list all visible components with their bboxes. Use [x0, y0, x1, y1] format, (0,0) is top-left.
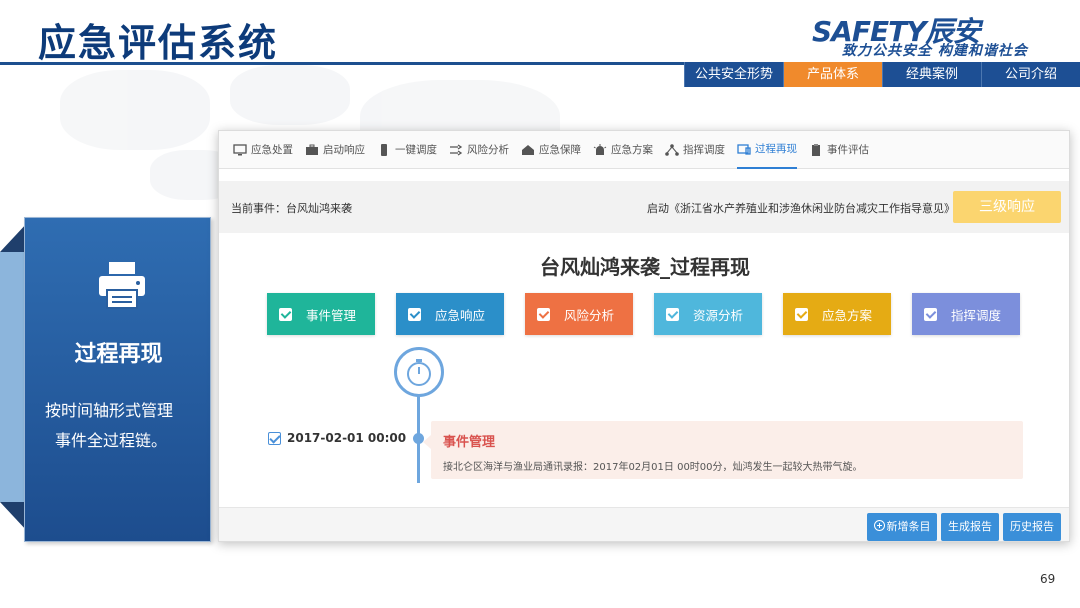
phone-icon: [381, 143, 387, 156]
company-logo: SAFETY辰安 致力公共安全 构建和谐社会: [812, 10, 1042, 60]
app-toolbar: 应急处置 启动响应 一键调度 风险分析 应急保障 应急方案 指挥调度 过程再现: [219, 131, 1069, 169]
timeline-entry-card[interactable]: 事件管理 接北仑区海洋与渔业局通讯录报：2017年02月01日 00时00分，灿…: [423, 421, 1023, 479]
clipboard-icon: [812, 143, 820, 156]
tool-label: 应急方案: [611, 144, 653, 156]
nav-item-company[interactable]: 公司介绍: [981, 62, 1080, 87]
feature-description: 按时间轴形式管理 事件全过程链。: [45, 396, 205, 456]
plus-circle-icon: [873, 520, 885, 531]
feature-description-line-1: 按时间轴形式管理: [45, 401, 174, 420]
event-info-bar: 当前事件：台风灿鸿来袭 启动《浙江省水产养殖业和涉渔休闲业防台减灾工作指导意见》…: [219, 181, 1069, 233]
nav-item-public-safety[interactable]: 公共安全形势: [684, 62, 783, 87]
category-label: 应急方案: [822, 307, 873, 323]
category-label: 指挥调度: [951, 307, 1002, 323]
tool-event-evaluation[interactable]: 事件评估: [809, 131, 869, 169]
logo-tagline: 致力公共安全 构建和谐社会: [842, 43, 1028, 59]
response-level-button[interactable]: 三级响应: [953, 191, 1061, 223]
current-event-label: 当前事件：台风灿鸿来袭: [231, 202, 352, 215]
shuffle-icon: [450, 143, 463, 156]
tool-label: 应急保障: [539, 144, 581, 156]
slide-title: 应急评估系统: [38, 21, 279, 65]
add-entry-button[interactable]: 新增条目: [867, 513, 937, 541]
checkbox[interactable]: [537, 307, 550, 321]
tool-label: 过程再现: [755, 143, 797, 155]
entry-time: 2017-02-01 00:00: [287, 431, 407, 445]
tool-label: 事件评估: [827, 144, 869, 156]
tool-emergency-handling[interactable]: 应急处置: [233, 131, 293, 169]
tool-start-response[interactable]: 启动响应: [305, 131, 365, 169]
category-resource-analysis[interactable]: 资源分析: [654, 293, 762, 335]
tool-label: 风险分析: [467, 144, 509, 156]
app-window: 应急处置 启动响应 一键调度 风险分析 应急保障 应急方案 指挥调度 过程再现: [218, 130, 1070, 542]
tool-emergency-plan[interactable]: 应急方案: [593, 131, 653, 169]
generate-report-button[interactable]: 生成报告: [941, 513, 999, 541]
category-emergency-response[interactable]: 应急响应: [396, 293, 504, 335]
add-entry-label: 新增条目: [886, 520, 931, 533]
tool-risk-analysis[interactable]: 风险分析: [449, 131, 509, 169]
page-number: 69: [1040, 572, 1056, 586]
screen-icon: [737, 143, 751, 155]
checkbox[interactable]: [279, 307, 292, 321]
stopwatch-icon: [394, 347, 444, 397]
replay-title: 台风灿鸿来袭_过程再现: [540, 255, 750, 279]
category-label: 资源分析: [693, 307, 744, 323]
checkbox[interactable]: [408, 307, 421, 321]
feature-panel: 过程再现 按时间轴形式管理 事件全过程链。: [24, 217, 211, 542]
nav-item-products[interactable]: 产品体系: [783, 62, 882, 87]
nav-item-cases[interactable]: 经典案例: [882, 62, 981, 87]
checkbox[interactable]: [795, 307, 808, 321]
sitemap-icon: [665, 143, 679, 156]
tool-command-dispatch[interactable]: 指挥调度: [665, 131, 725, 169]
category-label: 事件管理: [306, 307, 357, 323]
category-command-dispatch[interactable]: 指挥调度: [912, 293, 1020, 335]
tool-label: 指挥调度: [683, 144, 725, 156]
action-bar: 新增条目 生成报告 历史报告: [219, 507, 1069, 541]
category-label: 风险分析: [564, 307, 615, 323]
briefcase-icon: [306, 144, 318, 155]
category-event-management[interactable]: 事件管理: [267, 293, 375, 335]
monitor-icon: [233, 143, 247, 155]
entry-text: 接北仑区海洋与渔业局通讯录报：2017年02月01日 00时00分，灿鸿发生一起…: [443, 462, 863, 473]
feature-title: 过程再现: [74, 342, 163, 367]
history-report-button[interactable]: 历史报告: [1003, 513, 1061, 541]
checkbox[interactable]: [666, 307, 679, 321]
checkbox[interactable]: [924, 307, 937, 321]
printer-icon: [99, 262, 145, 309]
tool-emergency-support[interactable]: 应急保障: [521, 131, 581, 169]
top-nav: 公共安全形势 产品体系 经典案例 公司介绍: [684, 62, 1080, 87]
tool-process-replay[interactable]: 过程再现: [737, 131, 797, 169]
tool-one-click-dispatch[interactable]: 一键调度: [377, 131, 437, 169]
launched-document-link[interactable]: 启动《浙江省水产养殖业和涉渔休闲业防台减灾工作指导意见》: [647, 200, 955, 216]
category-filters: 事件管理 应急响应 风险分析 资源分析 应急方案 指挥调度: [267, 293, 1041, 335]
tool-label: 一键调度: [395, 144, 437, 156]
entry-heading: 事件管理: [443, 435, 496, 450]
category-label: 应急响应: [435, 307, 486, 323]
siren-icon: [593, 143, 607, 155]
category-emergency-plan[interactable]: 应急方案: [783, 293, 891, 335]
tool-label: 应急处置: [251, 144, 293, 156]
entry-checkbox[interactable]: [268, 432, 281, 445]
home-icon: [522, 144, 534, 155]
tool-label: 启动响应: [323, 144, 365, 156]
feature-description-line-2: 事件全过程链。: [55, 431, 168, 450]
category-risk-analysis[interactable]: 风险分析: [525, 293, 633, 335]
